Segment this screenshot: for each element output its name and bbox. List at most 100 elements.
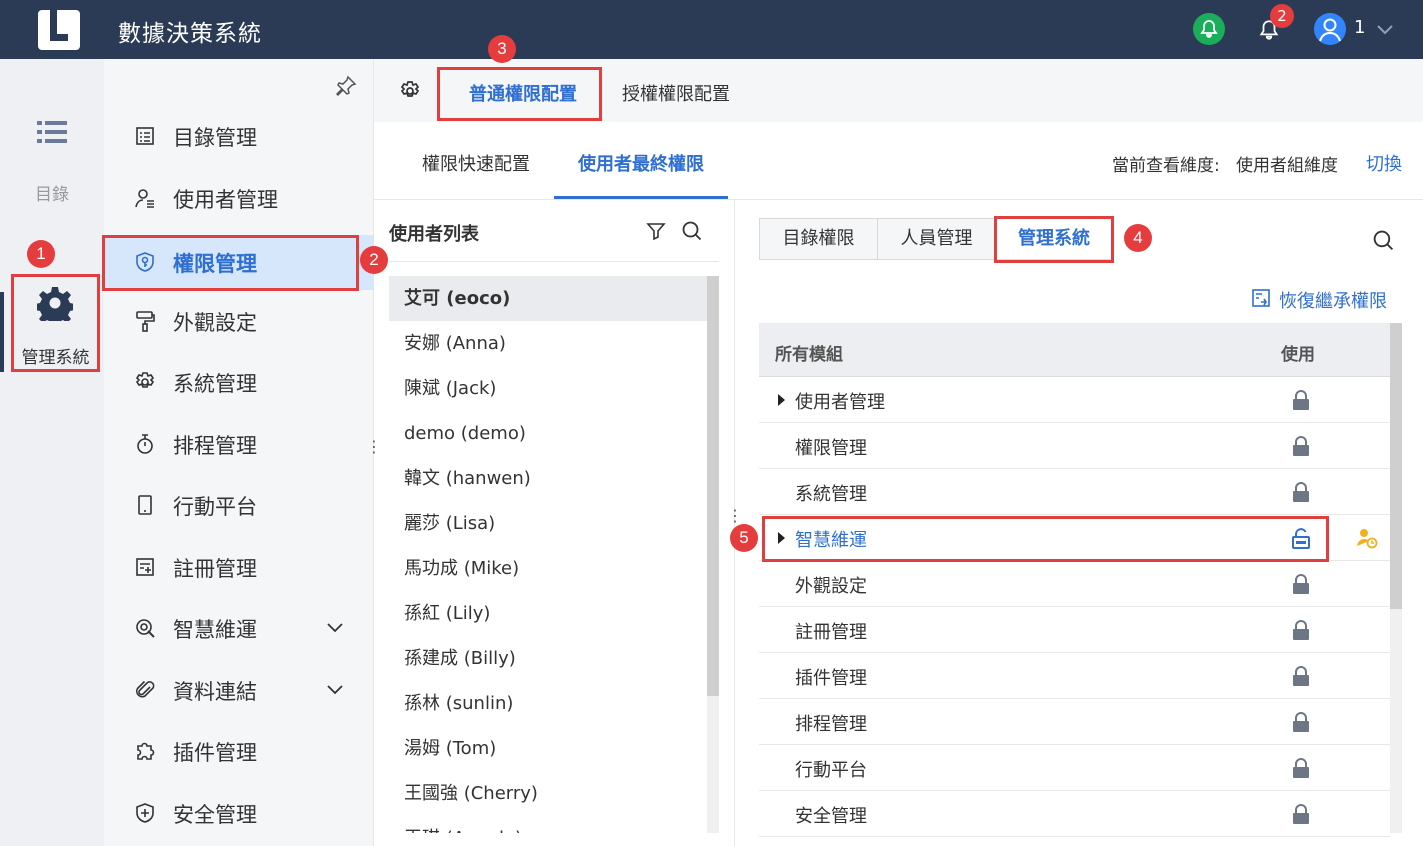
user-list: 艾可 (eoco) 安娜 (Anna) 陳斌 (Jack) demo (demo… bbox=[389, 276, 707, 833]
lock-icon[interactable] bbox=[1291, 389, 1311, 411]
sidebar-item-plugins[interactable]: 插件管理 bbox=[104, 724, 374, 778]
user-icon bbox=[135, 189, 154, 208]
table-row[interactable]: 系統管理 bbox=[759, 469, 1390, 515]
alert-bell-icon[interactable] bbox=[1193, 13, 1225, 45]
column-header-use: 使用 bbox=[1281, 345, 1315, 365]
resize-handle[interactable]: ⋮ bbox=[727, 508, 743, 524]
user-row[interactable]: demo (demo) bbox=[389, 411, 707, 456]
sidebar-item-system[interactable]: 系統管理 bbox=[104, 355, 374, 409]
sidebar-item-label: 資料連結 bbox=[173, 680, 257, 704]
user-row[interactable]: 孫紅 (Lily) bbox=[389, 591, 707, 636]
step-badge: 4 bbox=[1124, 224, 1152, 252]
settings-gear-icon[interactable] bbox=[399, 80, 421, 102]
module-name: 系統管理 bbox=[795, 484, 867, 505]
table-row[interactable]: 安全管理 bbox=[759, 791, 1390, 837]
step-badge: 1 bbox=[27, 240, 55, 268]
subtab-final-permissions[interactable]: 使用者最終權限 bbox=[578, 150, 704, 176]
sidebar-item-data-link[interactable]: 資料連結 bbox=[104, 663, 374, 717]
rail-active-indicator bbox=[0, 292, 4, 372]
user-row[interactable]: 陳斌 (Jack) bbox=[389, 366, 707, 411]
sidebar-item-label: 安全管理 bbox=[173, 803, 257, 827]
table-scroll-thumb[interactable] bbox=[1390, 323, 1402, 609]
expand-arrow-icon[interactable] bbox=[778, 394, 785, 406]
paperclip-icon bbox=[136, 680, 155, 698]
table-row[interactable]: 使用者管理 bbox=[759, 377, 1390, 423]
lock-icon[interactable] bbox=[1291, 481, 1311, 503]
segment-catalog-permissions[interactable]: 目錄權限 bbox=[760, 219, 877, 259]
list-doc-icon bbox=[136, 127, 154, 145]
sidebar-item-appearance[interactable]: 外觀設定 bbox=[104, 294, 374, 348]
resize-handle[interactable]: ⋮ bbox=[366, 439, 382, 455]
active-tab-underline bbox=[554, 196, 728, 199]
module-name: 插件管理 bbox=[795, 668, 867, 689]
rail-system-management[interactable]: 管理系統 bbox=[11, 274, 100, 372]
lock-icon[interactable] bbox=[1291, 665, 1311, 687]
highlight-box-row bbox=[762, 516, 1329, 562]
user-row[interactable]: 韓文 (hanwen) bbox=[389, 456, 707, 501]
user-row[interactable]: 艾可 (eoco) bbox=[389, 276, 707, 321]
tab-grant-permissions[interactable]: 授權權限配置 bbox=[622, 80, 730, 106]
menu-list-icon[interactable] bbox=[37, 120, 67, 144]
restore-inherit-button[interactable]: 恢復繼承權限 bbox=[1279, 287, 1387, 313]
sidebar-item-label: 行動平台 bbox=[173, 495, 257, 519]
step-badge: 2 bbox=[360, 246, 388, 274]
subtab-quick-config[interactable]: 權限快速配置 bbox=[422, 150, 530, 176]
search-icon[interactable] bbox=[681, 220, 703, 242]
inherit-user-icon[interactable] bbox=[1356, 527, 1378, 549]
sidebar-item-security[interactable]: 安全管理 bbox=[104, 786, 374, 840]
pin-icon[interactable] bbox=[335, 75, 357, 97]
sidebar-item-register[interactable]: 註冊管理 bbox=[104, 540, 374, 594]
user-row[interactable]: 麗莎 (Lisa) bbox=[389, 501, 707, 546]
user-row[interactable]: 馬功成 (Mike) bbox=[389, 546, 707, 591]
app-logo bbox=[38, 10, 80, 50]
sidebar-item-users[interactable]: 使用者管理 bbox=[104, 171, 374, 225]
user-row[interactable]: 孫建成 (Billy) bbox=[389, 636, 707, 681]
lock-icon[interactable] bbox=[1291, 435, 1311, 457]
user-list-scroll-thumb[interactable] bbox=[707, 276, 719, 696]
user-row[interactable]: 孫林 (sunlin) bbox=[389, 681, 707, 726]
dimension-label: 當前查看維度: bbox=[1112, 156, 1220, 176]
highlight-box-normal-tab bbox=[437, 67, 602, 121]
sidebar-item-label: 系統管理 bbox=[173, 372, 257, 396]
sidebar-item-schedule[interactable]: 排程管理 bbox=[104, 417, 374, 471]
sidebar-item-smart-ops[interactable]: 智慧維運 bbox=[104, 601, 374, 655]
rail-system-label: 管理系統 bbox=[21, 348, 90, 368]
module-table: 使用者管理 權限管理 系統管理 智慧維運 外觀設定 註冊管理 插件管理 排程管理… bbox=[759, 377, 1390, 846]
module-name: 權限管理 bbox=[795, 438, 867, 459]
lock-icon[interactable] bbox=[1291, 803, 1311, 825]
table-row[interactable]: 外觀設定 bbox=[759, 561, 1390, 607]
user-name[interactable]: 1 bbox=[1354, 17, 1365, 38]
user-row[interactable]: 安娜 (Anna) bbox=[389, 321, 707, 366]
sidebar-item-mobile[interactable]: 行動平台 bbox=[104, 478, 374, 532]
search-icon[interactable] bbox=[1372, 229, 1395, 252]
lock-icon[interactable] bbox=[1291, 573, 1311, 595]
user-row[interactable]: 王琪 (Angela) bbox=[389, 816, 707, 833]
rail-menu-label[interactable]: 目錄 bbox=[0, 180, 104, 205]
chevron-down-icon[interactable] bbox=[326, 619, 344, 637]
highlight-box-permissions bbox=[102, 235, 359, 291]
module-name: 排程管理 bbox=[795, 714, 867, 735]
user-row[interactable]: 王國強 (Cherry) bbox=[389, 771, 707, 816]
module-name: 使用者管理 bbox=[795, 392, 885, 413]
table-row[interactable]: 註冊管理 bbox=[759, 607, 1390, 653]
lock-icon[interactable] bbox=[1291, 757, 1311, 779]
table-row[interactable]: 權限管理 bbox=[759, 423, 1390, 469]
table-row[interactable]: 行動平台 bbox=[759, 745, 1390, 791]
user-list-title: 使用者列表 bbox=[389, 224, 479, 245]
top-bar: 數據決策系統 2 1 bbox=[0, 0, 1423, 59]
restore-icon[interactable] bbox=[1251, 288, 1271, 308]
table-row[interactable]: 插件管理 bbox=[759, 653, 1390, 699]
lock-icon[interactable] bbox=[1291, 711, 1311, 733]
app-title: 數據決策系統 bbox=[118, 21, 262, 47]
lock-icon[interactable] bbox=[1291, 619, 1311, 641]
chevron-down-icon[interactable] bbox=[326, 681, 344, 699]
user-avatar[interactable] bbox=[1314, 13, 1346, 45]
dimension-switch-link[interactable]: 切換 bbox=[1366, 150, 1402, 176]
segment-personnel[interactable]: 人員管理 bbox=[878, 219, 995, 259]
module-name: 行動平台 bbox=[795, 760, 867, 781]
sidebar-item-catalog[interactable]: 目錄管理 bbox=[104, 109, 374, 163]
table-row[interactable]: 排程管理 bbox=[759, 699, 1390, 745]
user-row[interactable]: 湯姆 (Tom) bbox=[389, 726, 707, 771]
chevron-down-icon[interactable] bbox=[1376, 16, 1394, 42]
filter-icon[interactable] bbox=[646, 221, 666, 241]
